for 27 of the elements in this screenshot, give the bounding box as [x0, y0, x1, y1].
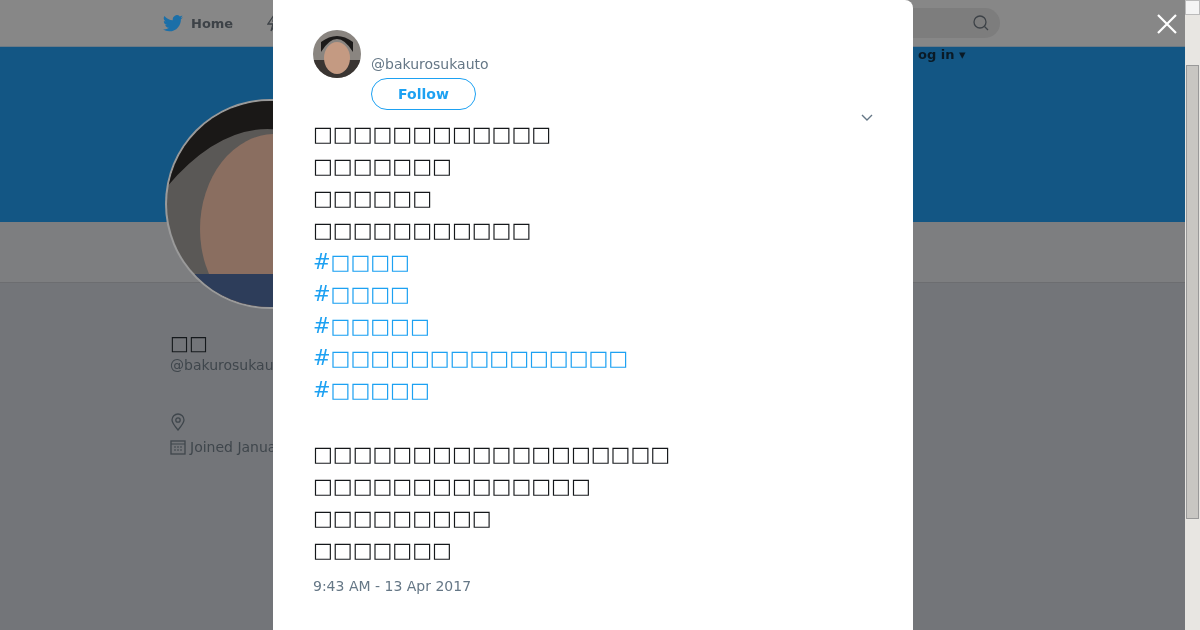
chevron-down-icon[interactable] [861, 114, 873, 122]
tweet-text-line: □□□□□□□□□□□□□□ [313, 473, 591, 500]
tweet-text-line: □□□□□□□ [313, 537, 452, 564]
tweet-text-line: □□□□□□□ [313, 153, 452, 180]
location-icon [170, 413, 186, 431]
search-icon [972, 14, 990, 32]
hashtag-link[interactable]: #□□□□ [313, 278, 410, 310]
calendar-icon [170, 439, 186, 455]
profile-name: □□ [170, 331, 209, 355]
scrollbar[interactable] [1185, 0, 1200, 630]
lightning-icon[interactable] [267, 14, 276, 32]
hashtag-link[interactable]: #□□□□□ [313, 310, 430, 342]
author-handle[interactable]: @bakurosukauto [371, 56, 489, 72]
tweet-text-line: □□□□□□□□□ [313, 505, 492, 532]
hashtag-link[interactable]: #□□□□□ [313, 374, 430, 406]
search-field[interactable] [913, 8, 1000, 38]
tweet-text-line: □□□□□□ [313, 185, 433, 212]
tweet-text-line: □□□□□□□□□□□□□□□□□□ [313, 441, 671, 468]
tweet-timestamp: 9:43 AM - 13 Apr 2017 [313, 578, 473, 594]
close-icon[interactable] [1157, 14, 1177, 34]
login-link[interactable]: og in ▾ [918, 47, 966, 63]
hashtag-link[interactable]: #□□□□□□□□□□□□□□□ [313, 342, 629, 374]
hashtag-link[interactable]: #□□□□ [313, 246, 410, 278]
follow-button[interactable]: Follow [371, 78, 476, 110]
tweet-text-line: □□□□□□□□□□□ [313, 217, 532, 244]
tweet-text-line: □□□□□□□□□□□□ [313, 121, 552, 148]
home-link[interactable]: Home [191, 15, 234, 31]
